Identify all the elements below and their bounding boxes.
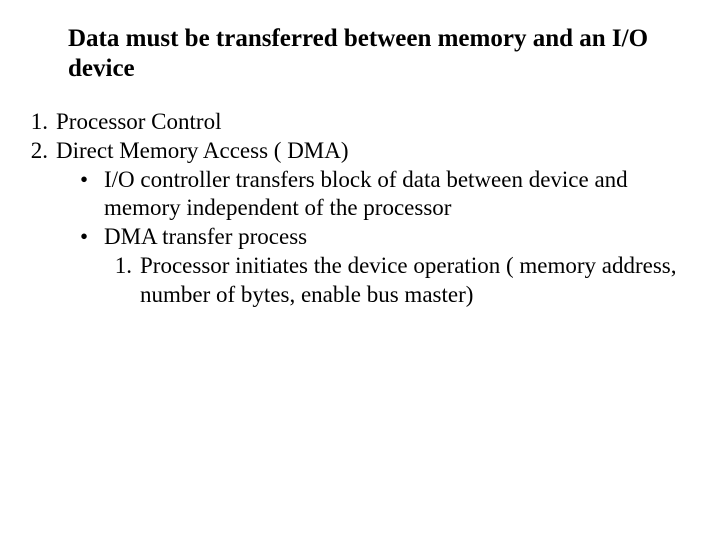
bullet-marker: • [64, 166, 104, 195]
sub-list-text: Processor initiates the device operation… [140, 252, 700, 310]
slide-title: Data must be transferred between memory … [68, 24, 660, 84]
list-marker: 1. [20, 108, 56, 137]
list-item-2: 2. Direct Memory Access ( DMA) [20, 137, 700, 166]
bullet-text: DMA transfer process [104, 223, 700, 252]
bullet-text: I/O controller transfers block of data b… [104, 166, 700, 224]
sub-list-marker: 1. [104, 252, 140, 281]
list-text: Processor Control [56, 108, 700, 137]
bullet-marker: • [64, 223, 104, 252]
list-marker: 2. [20, 137, 56, 166]
slide-content: 1. Processor Control 2. Direct Memory Ac… [20, 108, 700, 309]
sub-list-item-1: 1. Processor initiates the device operat… [104, 252, 700, 310]
list-item-1: 1. Processor Control [20, 108, 700, 137]
bullet-item-2: • DMA transfer process [64, 223, 700, 252]
list-text: Direct Memory Access ( DMA) [56, 137, 700, 166]
bullet-item-1: • I/O controller transfers block of data… [64, 166, 700, 224]
